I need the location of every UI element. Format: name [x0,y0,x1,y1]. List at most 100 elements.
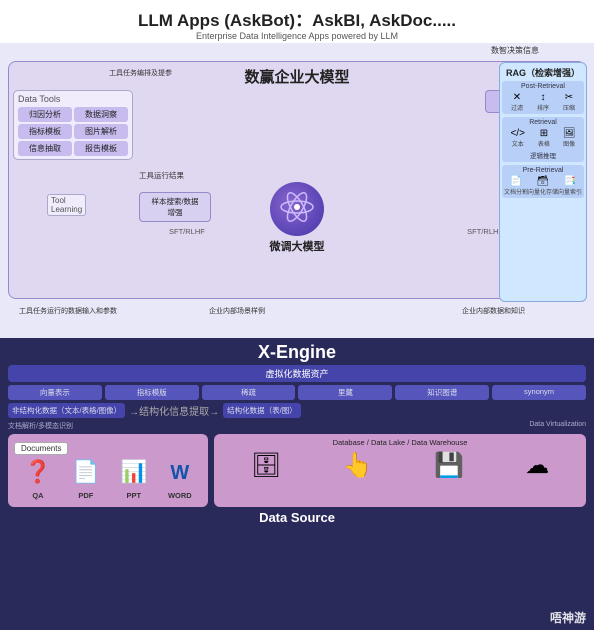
tag-5: synonym [492,385,586,400]
filter-icon: ✕ [511,92,523,103]
db-icon-1: 👆 [343,451,373,480]
finetune-box: 微调大模型 [237,182,357,254]
ppt-icon: 📊 [120,459,147,485]
arrow-right: →结构化信息提取→ [129,403,219,418]
db-icon-2: 💾 [434,451,464,480]
rag-code-icon: </> 文本 [510,128,524,148]
code-icon: </> [510,128,524,139]
data-flow-row: 非结构化数据（文本/表格/图像） →结构化信息提取→ 结构化数据（表/图） [8,403,586,418]
rag-pre-icon-0: 📄 文档分割 [504,176,528,196]
arrow-label-top: 工具任务编排及提参 [109,68,172,78]
qa-icon: ❓ [24,459,51,485]
rag-retrieval-icons: </> 文本 ⊞ 表格 🖼 图像 [504,128,582,148]
db-icon-0: 🗄 [251,451,281,480]
watermark: 唔神游 [550,609,586,626]
rag-post-icon-2: ✂ 压缩 [563,92,575,112]
tool-learning-label: ToolLearning [47,194,86,216]
rag-img-icon: 🖼 图像 [563,128,576,148]
doc-icon-word: W WORD [168,462,192,503]
pdf-icon: 📄 [72,459,99,485]
unstructured-data-label: 非结构化数据（文本/表格/图像） [8,403,125,418]
database-title: Database / Data Lake / Data Warehouse [220,438,580,447]
doc-icons-row: ❓ QA 📄 PDF 📊 PPT W WORD [14,459,202,503]
tool-item-1: 数据洞察 [74,107,128,122]
doc-icon-qa: ❓ QA [24,459,51,503]
pdf-label: PDF [78,491,93,500]
finetune-circle-inner [279,189,315,228]
word-label: WORD [168,491,192,500]
enterprise-model-box: 数赢企业大模型 工具任务编排及提参 Data Tools 归因分析 数据洞察 指… [8,61,586,299]
main-title: LLM Apps (AskBot)：AskBI, AskDoc..... [0,6,594,31]
tag-4: 知识图谱 [395,385,489,400]
rag-pre-icon-1: 🗃 向量化存储 [528,176,558,196]
word-icon: W [168,462,192,485]
sort-icon: ↕ [537,92,549,103]
tag-2: 稀疏 [202,385,296,400]
rag-retrieval: Retrieval </> 文本 ⊞ 表格 🖼 图像 [502,117,584,162]
table-icon: ⊞ [538,128,550,139]
doc-icon-pdf: 📄 PDF [72,459,99,503]
vector-store-icon: 🗃 [528,176,558,187]
sub-title: Enterprise Data Intelligence Apps powere… [0,31,594,41]
finetune-circle [270,182,324,236]
image-icon: 🖼 [563,128,576,139]
doc-icon-ppt: 📊 PPT [120,459,147,503]
doc-split-icon: 📄 [504,176,528,187]
main-container: LLM Apps (AskBot)：AskBI, AskDoc..... Ent… [0,0,594,630]
sft-label-right: SFT/RLHF [467,227,503,236]
tool-item-5: 报告模板 [74,141,128,156]
data-virt-label: Data Virtualization [529,421,586,431]
rag-title: RAG（检索增强） [502,66,584,79]
tag-3: 里藏 [298,385,392,400]
rag-post-retrieval: Post-Retrieval ✕ 过滤 ↕ 排序 ✂ 压缩 [502,81,584,114]
lower-section: X-Engine 虚拟化数据资产 向量表示 指标模版 稀疏 里藏 知识图谱 sy… [0,338,594,630]
arrow-label-bottom-mid: 企业内部场景样例 [209,306,265,316]
rag-post-title: Post-Retrieval [504,83,582,90]
virtual-data-bar: 虚拟化数据资产 [8,365,586,382]
documents-label: Documents [14,442,68,455]
sort-label: 排序 [537,103,549,112]
rag-pre-icons-row: 📄 文档分割 🗃 向量化存储 📑 向量索引 [504,176,582,196]
documents-box: Documents ❓ QA 📄 PDF 📊 PPT [8,434,208,507]
filter-label: 过滤 [511,103,523,112]
data-source-label: Data Source [8,510,586,525]
sft-label-left: SFT/RLHF [169,227,205,236]
vector-index-icon: 📑 [558,176,582,187]
tool-result-label: 工具运行结果 [139,170,184,181]
bottom-row: Documents ❓ QA 📄 PDF 📊 PPT [8,434,586,507]
doc-parse-label: 文档解析/多模态识别 [8,421,73,431]
enterprise-model-title: 数赢企业大模型 [15,66,579,87]
arrow-label-bottom-left: 工具任务运行的数据输入和参数 [19,306,117,316]
rag-retrieval-title: Retrieval [504,119,582,126]
tag-1: 指标模版 [105,385,199,400]
tool-item-0: 归因分析 [18,107,72,122]
tag-0: 向量表示 [8,385,102,400]
sub-labels-row: 文档解析/多模态识别 Data Virtualization [8,421,586,431]
qa-label: QA [32,491,43,500]
rag-table-icon: ⊞ 表格 [538,128,550,148]
compress-icon: ✂ [563,92,575,103]
finetune-title: 微调大模型 [237,238,357,254]
rag-pre-icon-2: 📑 向量索引 [558,176,582,196]
rag-post-icon-1: ↕ 排序 [537,92,549,112]
compress-label: 压缩 [563,103,575,112]
sample-box: 样本搜索/数据增强 [139,192,211,222]
tags-row: 向量表示 指标模版 稀疏 里藏 知识图谱 synonym [8,385,586,400]
logic-label: 逻辑推理 [504,150,582,160]
rag-pre-retrieval: Pre-Retrieval 📄 文档分割 🗃 向量化存储 📑 向量索引 [502,165,584,198]
tool-item-2: 指标模板 [18,124,72,139]
rag-box: RAG（检索增强） Post-Retrieval ✕ 过滤 ↕ 排序 [499,62,587,302]
upper-section: 数智决策信息 数赢企业大模型 工具任务编排及提参 Data Tools 归因分析… [0,43,594,338]
arrow-label-bottom-right: 企业内部数据和知识 [462,306,525,316]
tool-item-3: 图片解析 [74,124,128,139]
data-tools-box: Data Tools 归因分析 数据洞察 指标模板 图片解析 信息抽取 报告模板 [13,90,133,160]
tool-item-4: 信息抽取 [18,141,72,156]
x-engine-title: X-Engine [8,342,586,363]
db-icons-row: 🗄 👆 💾 ☁ [220,451,580,480]
rag-post-icons-row: ✕ 过滤 ↕ 排序 ✂ 压缩 [504,92,582,112]
structured-data-label: 结构化数据（表/图） [223,403,301,418]
ppt-label: PPT [126,491,141,500]
rag-post-icon-0: ✕ 过滤 [511,92,523,112]
db-icon-3: ☁ [525,451,549,480]
database-box: Database / Data Lake / Data Warehouse 🗄 … [214,434,586,507]
